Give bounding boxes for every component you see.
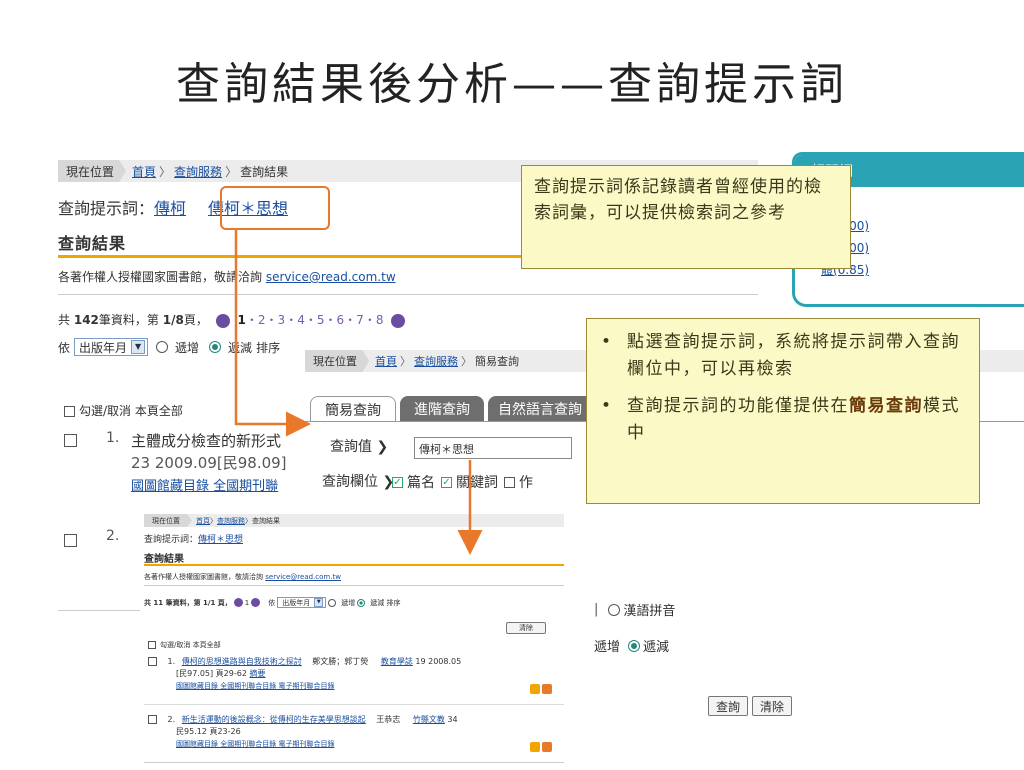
- callout-bullet: • 點選查詢提示詞，系統將提示詞帶入查詢欄位中，可以再檢索: [601, 329, 967, 383]
- callout-usage-notes: • 點選查詢提示詞，系統將提示詞帶入查詢欄位中，可以再檢索 • 查詢提示詞的功能僅提…: [586, 318, 980, 504]
- callout-bullet-1: 點選查詢提示詞，系統將提示詞帶入查詢欄位中，可以再檢索: [627, 332, 960, 379]
- callout-hint-description: 查詢提示詞係記錄讀者曾經使用的檢索詞彙，可以提供檢索詞之參考: [521, 165, 851, 269]
- arrow-to-search-tabs: [234, 230, 311, 437]
- callout-bullet-2-bold: 簡易查詢: [849, 396, 923, 416]
- callout-bullet: • 查詢提示詞的功能僅提供在簡易查詢模式中: [601, 396, 960, 443]
- callout-bullet-2-pre: 查詢提示詞的功能僅提供在: [627, 396, 849, 416]
